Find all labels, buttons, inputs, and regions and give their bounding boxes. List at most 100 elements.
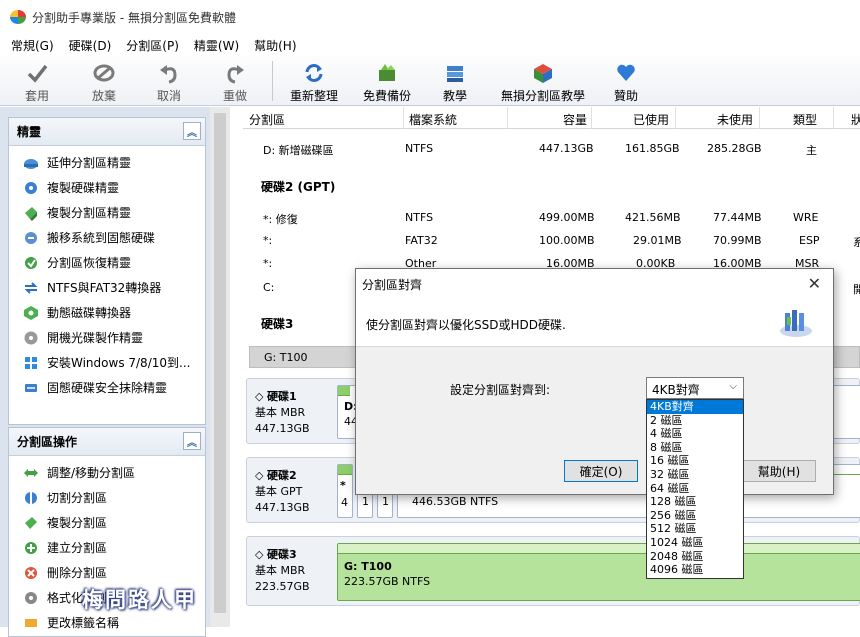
- redo-button[interactable]: 重做: [204, 56, 266, 106]
- app-logo-icon: [10, 10, 26, 24]
- op-split[interactable]: 切割分割區: [9, 485, 205, 510]
- col-filesystem[interactable]: 檔案系統: [409, 111, 457, 128]
- tutorial-button[interactable]: 教學: [425, 56, 485, 106]
- close-icon[interactable]: ✕: [808, 274, 821, 293]
- option-16-sectors[interactable]: 16 磁區: [647, 454, 743, 468]
- option-512-sectors[interactable]: 512 磁區: [647, 522, 743, 536]
- disk-icon: ◇: [255, 548, 264, 561]
- refresh-button[interactable]: 重新整理: [279, 56, 349, 106]
- copy-partition-icon: [25, 206, 37, 221]
- partition-tutorial-button[interactable]: 無損分割區教學: [485, 56, 601, 106]
- option-32-sectors[interactable]: 32 磁區: [647, 468, 743, 482]
- option-4-sectors[interactable]: 4 磁區: [647, 427, 743, 441]
- col-used[interactable]: 已使用: [633, 111, 669, 128]
- dialog-title-bar: 分割區對齊 ✕: [356, 269, 833, 299]
- copy-disk-icon: [25, 181, 37, 194]
- option-2048-sectors[interactable]: 2048 磁區: [647, 550, 743, 564]
- toolbar-separator: [272, 61, 273, 101]
- free-backup-button[interactable]: 免費備份: [349, 56, 425, 106]
- option-4kb[interactable]: 4KB對齊: [647, 400, 743, 414]
- redo-icon: [224, 62, 246, 84]
- undo-button[interactable]: 取消: [134, 56, 204, 106]
- option-64-sectors[interactable]: 64 磁區: [647, 482, 743, 496]
- alignment-icon: [780, 310, 812, 337]
- discard-button[interactable]: 放棄: [74, 56, 134, 106]
- wizards-panel: 精靈 ︽ 延伸分割區精靈 複製硬碟精靈 複製分割區精靈 搬移系統到固態硬碟 分割…: [8, 117, 206, 425]
- disk-group-row[interactable]: 硬碟2 (GPT): [243, 173, 860, 197]
- wizard-partition-recovery[interactable]: 分割區恢復精靈: [9, 250, 205, 275]
- alignment-select[interactable]: 4KB對齊 ⌵: [646, 377, 744, 399]
- col-capacity[interactable]: 容量: [563, 111, 587, 128]
- watermark: 梅問路人甲: [82, 588, 197, 612]
- col-status[interactable]: 狀: [851, 111, 860, 128]
- wizard-dynamic-disk[interactable]: 動態磁碟轉換器: [9, 300, 205, 325]
- dialog-title: 分割區對齊: [362, 277, 423, 292]
- option-8-sectors[interactable]: 8 磁區: [647, 441, 743, 455]
- ssd-erase-icon: [25, 383, 37, 392]
- table-row[interactable]: D: 新增磁碟區 NTFS 447.13GB 161.85GB 285.28GB…: [243, 137, 860, 161]
- menu-general[interactable]: 常規(G): [6, 37, 64, 54]
- partition-recovery-icon: [25, 256, 37, 269]
- apply-button[interactable]: 套用: [0, 56, 74, 106]
- wizard-windows-to-go[interactable]: 安裝Windows 7/8/10到...: [9, 350, 205, 375]
- donate-button[interactable]: 贊助: [601, 56, 651, 106]
- col-partition[interactable]: 分割區: [249, 111, 285, 128]
- sidebar: 精靈 ︽ 延伸分割區精靈 複製硬碟精靈 複製分割區精靈 搬移系統到固態硬碟 分割…: [0, 107, 210, 637]
- scrollbar-thumb[interactable]: [214, 113, 226, 613]
- label-icon: [25, 618, 37, 627]
- delete-icon: [25, 566, 37, 579]
- collapse-icon[interactable]: ︽: [183, 122, 201, 140]
- dialog-message: 使分割區對齊以優化SSD或HDD硬碟.: [366, 318, 566, 332]
- wizard-bootable-media[interactable]: 開機光碟製作精靈: [9, 325, 205, 350]
- menu-partition[interactable]: 分割區(P): [121, 37, 189, 54]
- ok-button[interactable]: 確定(O): [564, 460, 638, 482]
- windows-icon: [25, 356, 37, 369]
- wizards-panel-header: 精靈 ︽: [9, 118, 205, 146]
- op-resize-move[interactable]: 調整/移動分割區: [9, 460, 205, 485]
- bootable-cd-icon: [24, 331, 38, 344]
- disk3-map[interactable]: ◇ 硬碟3 基本 MBR 223.57GB G: T100 223.57GB N…: [246, 536, 860, 606]
- disk-icon: ◇: [255, 469, 264, 482]
- op-delete[interactable]: 刪除分割區: [9, 560, 205, 585]
- alignment-label: 設定分割區對齊到:: [450, 383, 551, 397]
- wizard-migrate-os[interactable]: 搬移系統到固態硬碟: [9, 225, 205, 250]
- collapse-icon[interactable]: ︽: [183, 432, 201, 450]
- dialog-info-area: 使分割區對齊以優化SSD或HDD硬碟.: [356, 299, 833, 347]
- partition-block[interactable]: * 4: [337, 464, 353, 518]
- chevron-down-icon: ⌵: [729, 381, 737, 392]
- partition-block-selected[interactable]: G: T100 223.57GB NTFS: [337, 543, 860, 601]
- col-type[interactable]: 類型: [793, 111, 817, 128]
- partition-tutorial-icon: [532, 62, 554, 84]
- option-2-sectors[interactable]: 2 磁區: [647, 414, 743, 428]
- tutorial-icon: [444, 62, 466, 84]
- menu-help[interactable]: 幫助(H): [249, 37, 306, 54]
- copy-icon: [25, 516, 37, 529]
- wizard-ssd-erase[interactable]: 固態硬碟安全抹除精靈: [9, 375, 205, 400]
- partition-ops-header: 分割區操作 ︽: [9, 428, 205, 456]
- resize-icon: [24, 468, 38, 477]
- option-1024-sectors[interactable]: 1024 磁區: [647, 536, 743, 550]
- option-256-sectors[interactable]: 256 磁區: [647, 509, 743, 523]
- wizard-copy-disk[interactable]: 複製硬碟精靈: [9, 175, 205, 200]
- menu-wizard[interactable]: 精靈(W): [189, 37, 249, 54]
- col-unused[interactable]: 未使用: [717, 111, 753, 128]
- help-button[interactable]: 幫助(H): [742, 460, 816, 482]
- option-4096-sectors[interactable]: 4096 磁區: [647, 563, 743, 577]
- table-row[interactable]: *: FAT32 100.00MB 29.01MB 70.99MB ESP 系: [243, 229, 860, 253]
- format-icon: [25, 591, 37, 604]
- sidebar-scrollbar[interactable]: [210, 107, 230, 627]
- option-128-sectors[interactable]: 128 磁區: [647, 495, 743, 509]
- op-copy[interactable]: 複製分割區: [9, 510, 205, 535]
- op-create[interactable]: 建立分割區: [9, 535, 205, 560]
- title-bar: 分割助手專業版 - 無損分割區免費軟體: [0, 0, 860, 34]
- wizard-extend-partition[interactable]: 延伸分割區精靈: [9, 150, 205, 175]
- migrate-os-icon: [25, 231, 37, 244]
- menu-disk[interactable]: 硬碟(D): [64, 37, 122, 54]
- partition-alignment-dialog: 分割區對齊 ✕ 使分割區對齊以優化SSD或HDD硬碟. 設定分割區對齊到: 確定…: [355, 268, 834, 495]
- undo-icon: [158, 62, 180, 84]
- convert-fs-icon: [24, 281, 38, 294]
- heart-icon: [615, 62, 637, 84]
- table-row[interactable]: *: 修復 NTFS 499.00MB 421.56MB 77.44MB WRE: [243, 206, 860, 230]
- wizard-copy-partition[interactable]: 複製分割區精靈: [9, 200, 205, 225]
- wizard-ntfs-fat32[interactable]: NTFS與FAT32轉換器: [9, 275, 205, 300]
